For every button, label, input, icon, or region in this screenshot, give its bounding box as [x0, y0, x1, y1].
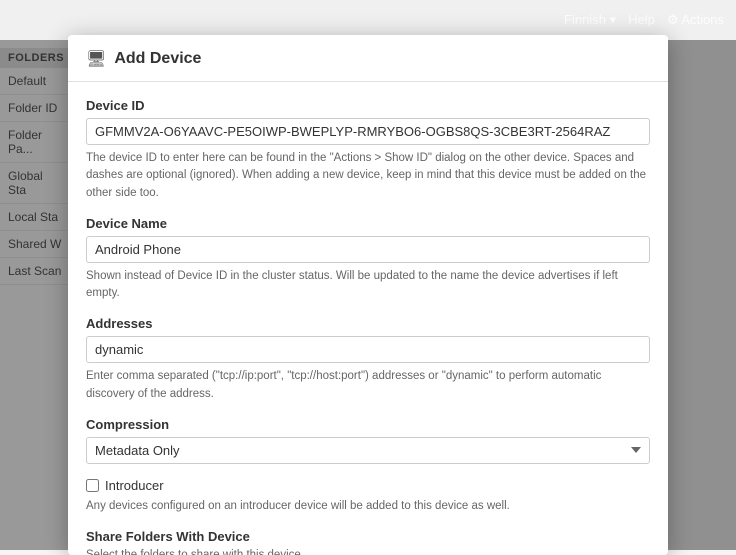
- introducer-checkbox[interactable]: [86, 479, 99, 492]
- modal-body: Device ID The device ID to enter here ca…: [68, 82, 668, 555]
- device-name-help: Shown instead of Device ID in the cluste…: [86, 268, 650, 303]
- share-folders-label: Share Folders With Device: [86, 529, 650, 544]
- device-id-help: The device ID to enter here can be found…: [86, 150, 650, 202]
- modal-header: 🖥 Add Device: [68, 35, 668, 82]
- addresses-input[interactable]: [86, 336, 650, 363]
- actions-menu[interactable]: ⚙ Actions: [667, 12, 724, 28]
- share-folders-group: Share Folders With Device Select the fol…: [86, 529, 650, 555]
- modal-title: Add Device: [114, 50, 201, 68]
- add-device-modal: 🖥 Add Device Device ID The device ID to …: [68, 35, 668, 555]
- navbar-actions: Finnish ▾ Help ⚙ Actions: [564, 12, 724, 28]
- introducer-group: Introducer Any devices configured on an …: [86, 478, 650, 515]
- device-id-label: Device ID: [86, 98, 650, 113]
- device-name-group: Device Name Shown instead of Device ID i…: [86, 216, 650, 303]
- device-name-label: Device Name: [86, 216, 650, 231]
- addresses-group: Addresses Enter comma separated ("tcp://…: [86, 316, 650, 403]
- language-selector[interactable]: Finnish ▾: [564, 12, 616, 28]
- addresses-help: Enter comma separated ("tcp://ip:port", …: [86, 368, 650, 403]
- help-button[interactable]: Help: [628, 12, 655, 28]
- device-id-group: Device ID The device ID to enter here ca…: [86, 98, 650, 202]
- monitor-icon: 🖥: [86, 49, 106, 69]
- compression-select[interactable]: Metadata Only All Data Nothing: [86, 437, 650, 464]
- introducer-label[interactable]: Introducer: [105, 478, 164, 493]
- introducer-help: Any devices configured on an introducer …: [86, 498, 650, 515]
- compression-group: Compression Metadata Only All Data Nothi…: [86, 417, 650, 464]
- introducer-checkbox-group: Introducer: [86, 478, 650, 493]
- addresses-label: Addresses: [86, 316, 650, 331]
- device-name-input[interactable]: [86, 236, 650, 263]
- device-id-input[interactable]: [86, 118, 650, 145]
- compression-label: Compression: [86, 417, 650, 432]
